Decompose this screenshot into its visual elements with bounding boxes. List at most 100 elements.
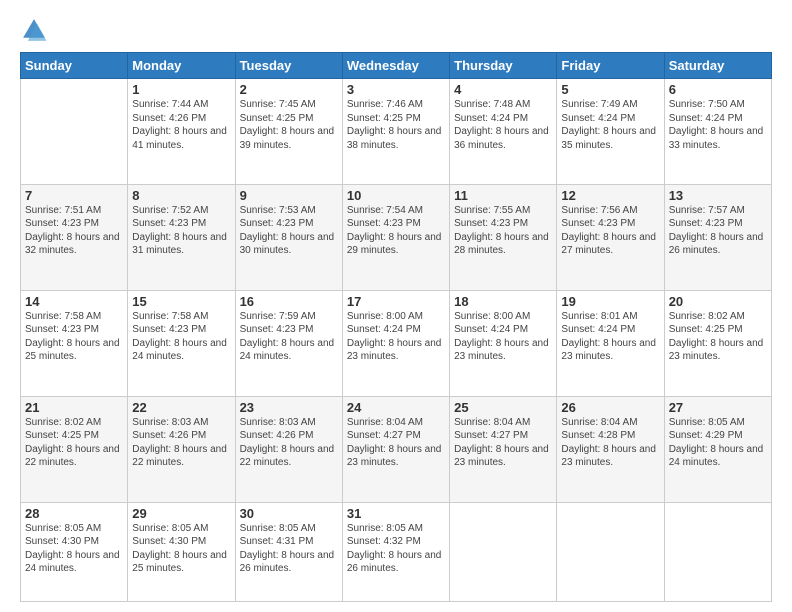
calendar-cell — [557, 502, 664, 601]
logo — [20, 16, 52, 44]
calendar-cell: 14Sunrise: 7:58 AMSunset: 4:23 PMDayligh… — [21, 290, 128, 396]
calendar-cell: 29Sunrise: 8:05 AMSunset: 4:30 PMDayligh… — [128, 502, 235, 601]
calendar-cell: 7Sunrise: 7:51 AMSunset: 4:23 PMDaylight… — [21, 184, 128, 290]
cell-info: Sunrise: 8:01 AMSunset: 4:24 PMDaylight:… — [561, 310, 659, 364]
cell-day-number: 28 — [25, 506, 123, 521]
weekday-sunday: Sunday — [21, 53, 128, 79]
calendar-cell: 27Sunrise: 8:05 AMSunset: 4:29 PMDayligh… — [664, 396, 771, 502]
calendar-cell: 23Sunrise: 8:03 AMSunset: 4:26 PMDayligh… — [235, 396, 342, 502]
cell-day-number: 7 — [25, 188, 123, 203]
cell-day-number: 4 — [454, 82, 552, 97]
weekday-thursday: Thursday — [450, 53, 557, 79]
logo-icon — [20, 16, 48, 44]
cell-day-number: 30 — [240, 506, 338, 521]
cell-day-number: 27 — [669, 400, 767, 415]
cell-info: Sunrise: 8:04 AMSunset: 4:28 PMDaylight:… — [561, 416, 659, 470]
calendar-cell: 2Sunrise: 7:45 AMSunset: 4:25 PMDaylight… — [235, 79, 342, 185]
calendar-cell: 6Sunrise: 7:50 AMSunset: 4:24 PMDaylight… — [664, 79, 771, 185]
calendar-cell: 25Sunrise: 8:04 AMSunset: 4:27 PMDayligh… — [450, 396, 557, 502]
calendar-table: SundayMondayTuesdayWednesdayThursdayFrid… — [20, 52, 772, 602]
calendar-cell: 31Sunrise: 8:05 AMSunset: 4:32 PMDayligh… — [342, 502, 449, 601]
cell-day-number: 5 — [561, 82, 659, 97]
calendar-row-1: 7Sunrise: 7:51 AMSunset: 4:23 PMDaylight… — [21, 184, 772, 290]
weekday-header-row: SundayMondayTuesdayWednesdayThursdayFrid… — [21, 53, 772, 79]
cell-day-number: 14 — [25, 294, 123, 309]
calendar-cell: 22Sunrise: 8:03 AMSunset: 4:26 PMDayligh… — [128, 396, 235, 502]
cell-info: Sunrise: 8:03 AMSunset: 4:26 PMDaylight:… — [240, 416, 338, 470]
cell-day-number: 21 — [25, 400, 123, 415]
cell-info: Sunrise: 8:05 AMSunset: 4:32 PMDaylight:… — [347, 522, 445, 576]
cell-day-number: 24 — [347, 400, 445, 415]
cell-day-number: 8 — [132, 188, 230, 203]
cell-info: Sunrise: 7:50 AMSunset: 4:24 PMDaylight:… — [669, 98, 767, 152]
cell-day-number: 17 — [347, 294, 445, 309]
weekday-monday: Monday — [128, 53, 235, 79]
cell-info: Sunrise: 7:55 AMSunset: 4:23 PMDaylight:… — [454, 204, 552, 258]
cell-info: Sunrise: 7:53 AMSunset: 4:23 PMDaylight:… — [240, 204, 338, 258]
page: SundayMondayTuesdayWednesdayThursdayFrid… — [0, 0, 792, 612]
cell-info: Sunrise: 8:03 AMSunset: 4:26 PMDaylight:… — [132, 416, 230, 470]
cell-day-number: 2 — [240, 82, 338, 97]
cell-info: Sunrise: 7:51 AMSunset: 4:23 PMDaylight:… — [25, 204, 123, 258]
weekday-friday: Friday — [557, 53, 664, 79]
calendar-cell: 3Sunrise: 7:46 AMSunset: 4:25 PMDaylight… — [342, 79, 449, 185]
cell-day-number: 3 — [347, 82, 445, 97]
calendar-row-0: 1Sunrise: 7:44 AMSunset: 4:26 PMDaylight… — [21, 79, 772, 185]
cell-info: Sunrise: 8:05 AMSunset: 4:30 PMDaylight:… — [25, 522, 123, 576]
header — [20, 16, 772, 44]
cell-day-number: 19 — [561, 294, 659, 309]
calendar-cell — [450, 502, 557, 601]
cell-info: Sunrise: 7:58 AMSunset: 4:23 PMDaylight:… — [132, 310, 230, 364]
cell-info: Sunrise: 7:52 AMSunset: 4:23 PMDaylight:… — [132, 204, 230, 258]
cell-info: Sunrise: 8:04 AMSunset: 4:27 PMDaylight:… — [454, 416, 552, 470]
calendar-cell: 16Sunrise: 7:59 AMSunset: 4:23 PMDayligh… — [235, 290, 342, 396]
cell-day-number: 23 — [240, 400, 338, 415]
cell-day-number: 12 — [561, 188, 659, 203]
cell-info: Sunrise: 8:00 AMSunset: 4:24 PMDaylight:… — [347, 310, 445, 364]
cell-info: Sunrise: 8:05 AMSunset: 4:29 PMDaylight:… — [669, 416, 767, 470]
cell-info: Sunrise: 7:56 AMSunset: 4:23 PMDaylight:… — [561, 204, 659, 258]
cell-info: Sunrise: 8:00 AMSunset: 4:24 PMDaylight:… — [454, 310, 552, 364]
cell-day-number: 1 — [132, 82, 230, 97]
cell-day-number: 15 — [132, 294, 230, 309]
cell-day-number: 16 — [240, 294, 338, 309]
calendar-row-4: 28Sunrise: 8:05 AMSunset: 4:30 PMDayligh… — [21, 502, 772, 601]
weekday-wednesday: Wednesday — [342, 53, 449, 79]
cell-day-number: 10 — [347, 188, 445, 203]
cell-info: Sunrise: 8:04 AMSunset: 4:27 PMDaylight:… — [347, 416, 445, 470]
cell-day-number: 29 — [132, 506, 230, 521]
cell-info: Sunrise: 7:45 AMSunset: 4:25 PMDaylight:… — [240, 98, 338, 152]
weekday-tuesday: Tuesday — [235, 53, 342, 79]
calendar-cell: 21Sunrise: 8:02 AMSunset: 4:25 PMDayligh… — [21, 396, 128, 502]
calendar-row-2: 14 Sunrise: 7:58 AMSunset: 4:23 PMDayligh… — [21, 290, 772, 396]
calendar-cell: 15Sunrise: 7:58 AMSunset: 4:23 PMDayligh… — [128, 290, 235, 396]
cell-day-number: 20 — [669, 294, 767, 309]
calendar-cell: 18Sunrise: 8:00 AMSunset: 4:24 PMDayligh… — [450, 290, 557, 396]
calendar-cell: 1Sunrise: 7:44 AMSunset: 4:26 PMDaylight… — [128, 79, 235, 185]
calendar-cell: 28Sunrise: 8:05 AMSunset: 4:30 PMDayligh… — [21, 502, 128, 601]
calendar-cell: 10Sunrise: 7:54 AMSunset: 4:23 PMDayligh… — [342, 184, 449, 290]
cell-info: Sunrise: 7:57 AMSunset: 4:23 PMDaylight:… — [669, 204, 767, 258]
cell-info: Sunrise: 7:54 AMSunset: 4:23 PMDaylight:… — [347, 204, 445, 258]
calendar-cell: 9Sunrise: 7:53 AMSunset: 4:23 PMDaylight… — [235, 184, 342, 290]
cell-day-number: 25 — [454, 400, 552, 415]
calendar-cell: 4Sunrise: 7:48 AMSunset: 4:24 PMDaylight… — [450, 79, 557, 185]
cell-info: Sunrise: 7:48 AMSunset: 4:24 PMDaylight:… — [454, 98, 552, 152]
cell-info: Sunrise: 8:05 AMSunset: 4:30 PMDaylight:… — [132, 522, 230, 576]
cell-info: Sunrise: 7:49 AMSunset: 4:24 PMDaylight:… — [561, 98, 659, 152]
calendar-cell: 5Sunrise: 7:49 AMSunset: 4:24 PMDaylight… — [557, 79, 664, 185]
calendar-cell: 26Sunrise: 8:04 AMSunset: 4:28 PMDayligh… — [557, 396, 664, 502]
calendar-cell: 12Sunrise: 7:56 AMSunset: 4:23 PMDayligh… — [557, 184, 664, 290]
cell-info: Sunrise: 8:02 AMSunset: 4:25 PMDaylight:… — [25, 416, 123, 470]
cell-info: Sunrise: 8:02 AMSunset: 4:25 PMDaylight:… — [669, 310, 767, 364]
calendar-cell: 30Sunrise: 8:05 AMSunset: 4:31 PMDayligh… — [235, 502, 342, 601]
weekday-saturday: Saturday — [664, 53, 771, 79]
calendar-cell: 19Sunrise: 8:01 AMSunset: 4:24 PMDayligh… — [557, 290, 664, 396]
calendar-cell: 24Sunrise: 8:04 AMSunset: 4:27 PMDayligh… — [342, 396, 449, 502]
calendar-cell: 11Sunrise: 7:55 AMSunset: 4:23 PMDayligh… — [450, 184, 557, 290]
cell-day-number: 13 — [669, 188, 767, 203]
calendar-cell: 8Sunrise: 7:52 AMSunset: 4:23 PMDaylight… — [128, 184, 235, 290]
calendar-cell: 17Sunrise: 8:00 AMSunset: 4:24 PMDayligh… — [342, 290, 449, 396]
calendar-row-3: 21Sunrise: 8:02 AMSunset: 4:25 PMDayligh… — [21, 396, 772, 502]
calendar-cell — [21, 79, 128, 185]
